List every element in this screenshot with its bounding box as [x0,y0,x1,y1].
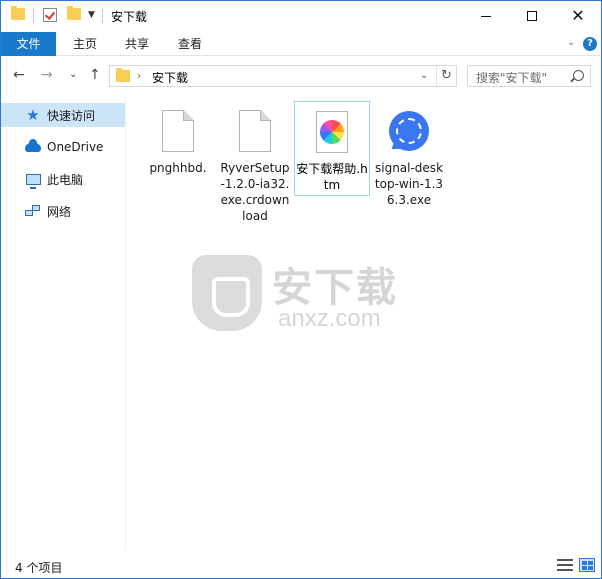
sidebar-item-label: 快速访问 [47,108,96,123]
minimize-button[interactable] [463,1,509,31]
search-input[interactable]: 搜索"安下载" [467,65,591,87]
maximize-icon [527,11,537,21]
breadcrumb-separator-icon: › [137,69,142,82]
tab-home[interactable]: 主页 [59,32,111,56]
file-name: 安下载帮助.htm [296,162,368,192]
onedrive-cloud-icon [25,138,41,155]
file-name: RyverSetup-1.2.0-ia32.exe.crdownload [220,161,290,223]
help-button[interactable]: ? [583,37,597,51]
search-placeholder: 搜索"安下载" [476,71,548,85]
sidebar-item-label: 此电脑 [47,172,84,187]
sidebar-item-network[interactable]: 网络 [1,199,125,223]
close-button[interactable]: ✕ [555,1,601,31]
watermark-text-en: anxz.com [278,305,381,332]
details-view-icon[interactable] [557,558,573,572]
file-item-selected[interactable]: 安下载帮助.htm [294,101,370,196]
close-icon: ✕ [571,6,585,25]
folder-icon [116,68,130,82]
title-bar: ▼ 安下载 ✕ [1,1,601,32]
tab-view[interactable]: 查看 [164,32,216,56]
sidebar-item-label: OneDrive [47,140,104,154]
properties-check-icon[interactable] [43,8,57,22]
status-bar: 4 个项目 [1,552,601,578]
forward-arrow-icon[interactable]: → [41,67,53,83]
quick-access-divider [33,9,34,23]
tab-share[interactable]: 共享 [111,32,163,56]
file-item[interactable]: signal-desktop-win-1.36.3.exe [371,101,447,210]
blank-document-icon [154,105,202,157]
navigation-pane: ★ 快速访问 OneDrive 此电脑 网络 [1,95,125,551]
chevron-down-icon[interactable]: ⌄ [567,37,575,48]
large-icons-view-icon[interactable] [579,558,595,572]
breadcrumb-current[interactable]: 安下载 [152,69,188,86]
file-list[interactable]: pnghhbd. RyverSetup-1.2.0-ia32.exe.crdow… [126,95,601,551]
pinwheel-htm-icon [308,106,356,158]
item-count: 4 个项目 [15,561,63,575]
blank-document-icon [231,105,279,157]
new-folder-icon[interactable] [67,6,81,20]
file-name: signal-desktop-win-1.36.3.exe [374,161,444,207]
help-icon: ? [583,37,597,51]
maximize-button[interactable] [509,1,555,31]
sidebar-item-onedrive[interactable]: OneDrive [1,135,125,159]
address-bar[interactable]: › 安下载 ⌄ ↻ [109,65,457,87]
sidebar-item-quick-access[interactable]: ★ 快速访问 [1,103,125,127]
minimize-icon [481,15,491,17]
computer-icon [25,171,41,189]
file-item[interactable]: RyverSetup-1.2.0-ia32.exe.crdownload [217,101,293,226]
sidebar-item-this-pc[interactable]: 此电脑 [1,167,125,191]
search-icon [573,70,584,81]
window-title: 安下载 [111,10,148,24]
signal-app-icon [385,105,433,157]
network-icon [25,203,41,219]
tab-file[interactable]: 文件 [1,32,56,56]
up-arrow-icon[interactable]: ↑ [89,67,101,83]
customize-quick-access-dropdown-icon[interactable]: ▼ [88,10,95,20]
title-divider [102,9,103,23]
shield-logo-icon [192,255,262,331]
file-item[interactable]: pnghhbd. [140,101,216,178]
folder-icon[interactable] [11,6,25,20]
navigation-bar: ← → ⌄ ↑ › 安下载 ⌄ ↻ 搜索"安下载" [1,57,601,95]
star-icon: ★ [26,105,40,124]
explorer-window: ▼ 安下载 ✕ 文件 主页 共享 查看 ⌄ ? ← → ⌄ ↑ › 安下载 ⌄ … [0,0,602,579]
file-name: pnghhbd. [149,161,207,175]
address-dropdown-icon[interactable]: ⌄ [420,70,428,81]
watermark-logo: 安下载 anxz.com [192,255,412,335]
refresh-icon[interactable]: ↻ [436,66,456,86]
recent-locations-chevron-icon[interactable]: ⌄ [69,69,77,80]
back-arrow-icon[interactable]: ← [13,67,25,83]
sidebar-item-label: 网络 [47,204,72,219]
ribbon-tabs: 文件 主页 共享 查看 ⌄ ? [1,32,601,56]
